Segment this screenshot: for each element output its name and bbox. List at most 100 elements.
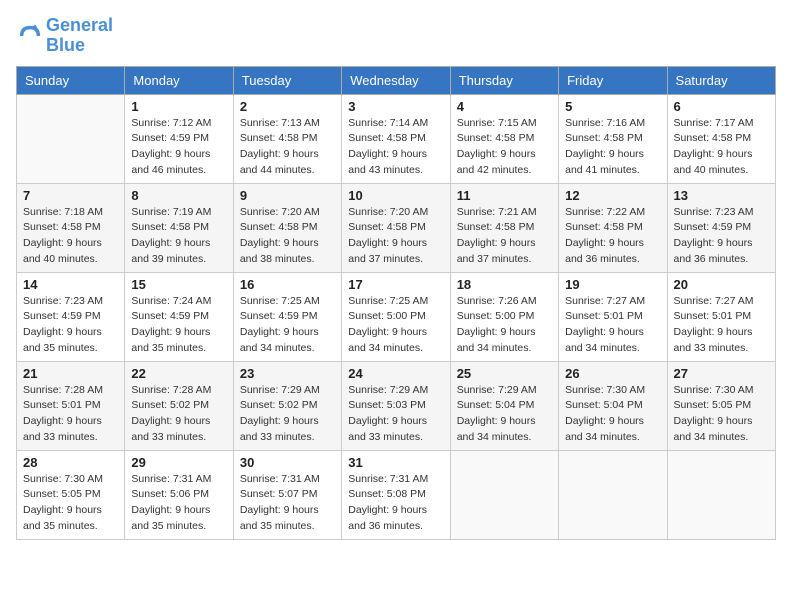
- day-info: Sunrise: 7:20 AMSunset: 4:58 PMDaylight:…: [240, 205, 335, 268]
- day-number: 31: [348, 455, 443, 470]
- calendar-cell: 20 Sunrise: 7:27 AMSunset: 5:01 PMDayligh…: [667, 272, 775, 361]
- day-info: Sunrise: 7:30 AMSunset: 5:04 PMDaylight:…: [565, 383, 660, 446]
- weekday-header-friday: Friday: [559, 66, 667, 94]
- day-number: 5: [565, 99, 660, 114]
- calendar-cell: 1Sunrise: 7:12 AMSunset: 4:59 PMDaylight…: [125, 94, 233, 183]
- day-info: Sunrise: 7:31 AMSunset: 5:06 PMDaylight:…: [131, 472, 226, 535]
- day-info: Sunrise: 7:27 AMSunset: 5:01 PMDaylight:…: [674, 294, 769, 357]
- calendar-cell: [17, 94, 125, 183]
- day-info: Sunrise: 7:18 AMSunset: 4:58 PMDaylight:…: [23, 205, 118, 268]
- calendar-cell: 17Sunrise: 7:25 AMSunset: 5:00 PMDayligh…: [342, 272, 450, 361]
- day-info: Sunrise: 7:24 AMSunset: 4:59 PMDaylight:…: [131, 294, 226, 357]
- day-info: Sunrise: 7:28 AMSunset: 5:01 PMDaylight:…: [23, 383, 118, 446]
- calendar-cell: 4 Sunrise: 7:15 AMSunset: 4:58 PMDaylight…: [450, 94, 558, 183]
- calendar-cell: 18 Sunrise: 7:26 AMSunset: 5:00 PMDayligh…: [450, 272, 558, 361]
- day-number: 24: [348, 366, 443, 381]
- calendar-cell: 13 Sunrise: 7:23 AMSunset: 4:59 PMDayligh…: [667, 183, 775, 272]
- day-number: 10: [348, 188, 443, 203]
- logo-icon: [16, 22, 44, 50]
- calendar-cell: 21 Sunrise: 7:28 AMSunset: 5:01 PMDayligh…: [17, 361, 125, 450]
- calendar-cell: [667, 450, 775, 539]
- calendar-cell: 3 Sunrise: 7:14 AMSunset: 4:58 PMDaylight…: [342, 94, 450, 183]
- calendar-cell: 2 Sunrise: 7:13 AMSunset: 4:58 PMDaylight…: [233, 94, 341, 183]
- calendar-cell: 16 Sunrise: 7:25 AMSunset: 4:59 PMDayligh…: [233, 272, 341, 361]
- calendar-cell: 15 Sunrise: 7:24 AMSunset: 4:59 PMDayligh…: [125, 272, 233, 361]
- day-number: 26: [565, 366, 660, 381]
- calendar-cell: 12Sunrise: 7:22 AMSunset: 4:58 PMDayligh…: [559, 183, 667, 272]
- day-info: Sunrise: 7:15 AMSunset: 4:58 PMDaylight:…: [457, 116, 552, 179]
- day-number: 2: [240, 99, 335, 114]
- day-info: Sunrise: 7:17 AMSunset: 4:58 PMDaylight:…: [674, 116, 769, 179]
- day-info: Sunrise: 7:25 AMSunset: 4:59 PMDaylight:…: [240, 294, 335, 357]
- day-info: Sunrise: 7:13 AMSunset: 4:58 PMDaylight:…: [240, 116, 335, 179]
- logo: General Blue: [16, 16, 113, 56]
- calendar-cell: 26 Sunrise: 7:30 AMSunset: 5:04 PMDayligh…: [559, 361, 667, 450]
- calendar-table: SundayMondayTuesdayWednesdayThursdayFrid…: [16, 66, 776, 540]
- day-number: 29: [131, 455, 226, 470]
- calendar-week-row: 28 Sunrise: 7:30 AMSunset: 5:05 PMDayligh…: [17, 450, 776, 539]
- day-info: Sunrise: 7:26 AMSunset: 5:00 PMDaylight:…: [457, 294, 552, 357]
- day-info: Sunrise: 7:27 AMSunset: 5:01 PMDaylight:…: [565, 294, 660, 357]
- day-info: Sunrise: 7:30 AMSunset: 5:05 PMDaylight:…: [674, 383, 769, 446]
- day-number: 23: [240, 366, 335, 381]
- day-number: 12: [565, 188, 660, 203]
- day-number: 11: [457, 188, 552, 203]
- calendar-cell: 29 Sunrise: 7:31 AMSunset: 5:06 PMDayligh…: [125, 450, 233, 539]
- calendar-week-row: 1Sunrise: 7:12 AMSunset: 4:59 PMDaylight…: [17, 94, 776, 183]
- weekday-header-saturday: Saturday: [667, 66, 775, 94]
- calendar-cell: 25Sunrise: 7:29 AMSunset: 5:04 PMDayligh…: [450, 361, 558, 450]
- day-number: 6: [674, 99, 769, 114]
- day-number: 16: [240, 277, 335, 292]
- calendar-cell: 31 Sunrise: 7:31 AMSunset: 5:08 PMDayligh…: [342, 450, 450, 539]
- day-info: Sunrise: 7:20 AMSunset: 4:58 PMDaylight:…: [348, 205, 443, 268]
- weekday-header-tuesday: Tuesday: [233, 66, 341, 94]
- day-info: Sunrise: 7:21 AMSunset: 4:58 PMDaylight:…: [457, 205, 552, 268]
- day-number: 15: [131, 277, 226, 292]
- day-number: 21: [23, 366, 118, 381]
- day-number: 27: [674, 366, 769, 381]
- weekday-header-monday: Monday: [125, 66, 233, 94]
- day-info: Sunrise: 7:30 AMSunset: 5:05 PMDaylight:…: [23, 472, 118, 535]
- calendar-cell: 19 Sunrise: 7:27 AMSunset: 5:01 PMDayligh…: [559, 272, 667, 361]
- day-info: Sunrise: 7:31 AMSunset: 5:08 PMDaylight:…: [348, 472, 443, 535]
- calendar-cell: 24 Sunrise: 7:29 AMSunset: 5:03 PMDayligh…: [342, 361, 450, 450]
- day-number: 13: [674, 188, 769, 203]
- weekday-header-sunday: Sunday: [17, 66, 125, 94]
- day-number: 30: [240, 455, 335, 470]
- day-info: Sunrise: 7:31 AMSunset: 5:07 PMDaylight:…: [240, 472, 335, 535]
- day-info: Sunrise: 7:29 AMSunset: 5:04 PMDaylight:…: [457, 383, 552, 446]
- day-number: 14: [23, 277, 118, 292]
- day-info: Sunrise: 7:12 AMSunset: 4:59 PMDaylight:…: [131, 116, 226, 179]
- day-number: 3: [348, 99, 443, 114]
- day-number: 22: [131, 366, 226, 381]
- calendar-cell: 6 Sunrise: 7:17 AMSunset: 4:58 PMDaylight…: [667, 94, 775, 183]
- day-info: Sunrise: 7:14 AMSunset: 4:58 PMDaylight:…: [348, 116, 443, 179]
- calendar-cell: 9Sunrise: 7:20 AMSunset: 4:58 PMDaylight…: [233, 183, 341, 272]
- day-number: 4: [457, 99, 552, 114]
- calendar-cell: 23 Sunrise: 7:29 AMSunset: 5:02 PMDayligh…: [233, 361, 341, 450]
- day-number: 19: [565, 277, 660, 292]
- calendar-cell: 14 Sunrise: 7:23 AMSunset: 4:59 PMDayligh…: [17, 272, 125, 361]
- calendar-cell: 11 Sunrise: 7:21 AMSunset: 4:58 PMDayligh…: [450, 183, 558, 272]
- day-info: Sunrise: 7:29 AMSunset: 5:03 PMDaylight:…: [348, 383, 443, 446]
- day-number: 7: [23, 188, 118, 203]
- calendar-cell: 7 Sunrise: 7:18 AMSunset: 4:58 PMDaylight…: [17, 183, 125, 272]
- day-info: Sunrise: 7:16 AMSunset: 4:58 PMDaylight:…: [565, 116, 660, 179]
- calendar-cell: 5 Sunrise: 7:16 AMSunset: 4:58 PMDaylight…: [559, 94, 667, 183]
- day-info: Sunrise: 7:23 AMSunset: 4:59 PMDaylight:…: [23, 294, 118, 357]
- calendar-week-row: 14 Sunrise: 7:23 AMSunset: 4:59 PMDayligh…: [17, 272, 776, 361]
- day-number: 18: [457, 277, 552, 292]
- day-number: 28: [23, 455, 118, 470]
- day-info: Sunrise: 7:29 AMSunset: 5:02 PMDaylight:…: [240, 383, 335, 446]
- day-number: 8: [131, 188, 226, 203]
- calendar-cell: 27 Sunrise: 7:30 AMSunset: 5:05 PMDayligh…: [667, 361, 775, 450]
- day-number: 20: [674, 277, 769, 292]
- day-number: 17: [348, 277, 443, 292]
- calendar-cell: 30 Sunrise: 7:31 AMSunset: 5:07 PMDayligh…: [233, 450, 341, 539]
- logo-text: General Blue: [46, 16, 113, 56]
- day-info: Sunrise: 7:28 AMSunset: 5:02 PMDaylight:…: [131, 383, 226, 446]
- calendar-cell: 8Sunrise: 7:19 AMSunset: 4:58 PMDaylight…: [125, 183, 233, 272]
- calendar-cell: [559, 450, 667, 539]
- day-info: Sunrise: 7:23 AMSunset: 4:59 PMDaylight:…: [674, 205, 769, 268]
- page-header: General Blue: [16, 16, 776, 56]
